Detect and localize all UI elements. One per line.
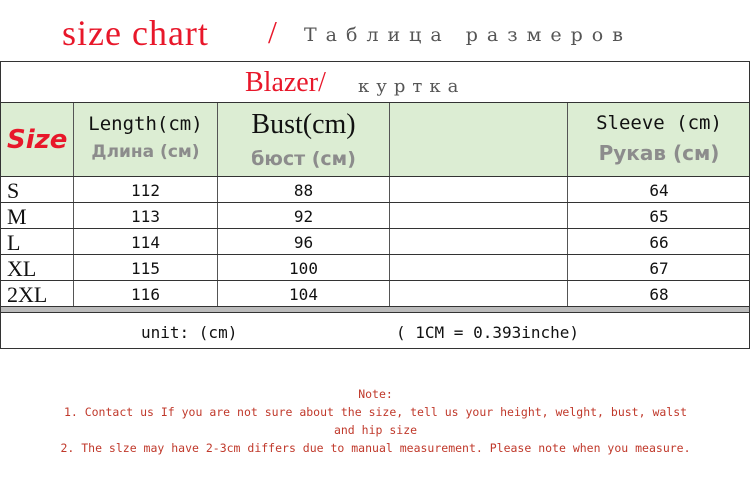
- table-row: S 112 88 64: [1, 177, 749, 203]
- sleeve-value: 65: [649, 207, 669, 226]
- page-header: size chart / Таблица размеров: [0, 0, 751, 60]
- bust-value: 88: [293, 181, 314, 200]
- length-cell: 115: [74, 255, 218, 280]
- note-line-2: 2. The slze may have 2-3cm differs due t…: [60, 441, 691, 455]
- sleeve-value: 68: [649, 285, 669, 304]
- length-cell: 116: [74, 281, 218, 306]
- size-value: S: [7, 178, 20, 203]
- sleeve-cell: 68: [568, 281, 750, 306]
- size-cell: M: [1, 203, 74, 229]
- size-value: XL: [7, 256, 37, 281]
- sleeve-cell: 66: [568, 229, 750, 254]
- header-size-cell: Size: [1, 103, 74, 176]
- notes-heading: Note:: [358, 387, 393, 401]
- sleeve-cell: 65: [568, 203, 750, 228]
- table-row: XL 115 100 67: [1, 255, 749, 281]
- table-header-row: Size Length(cm) Длина (см) Bust(cm) бюст…: [1, 103, 749, 177]
- bust-value: 104: [289, 285, 318, 304]
- sleeve-cell: 64: [568, 177, 750, 202]
- size-value: 2XL: [7, 282, 48, 307]
- empty-cell: [390, 177, 568, 202]
- sleeve-value: 67: [649, 259, 669, 278]
- notes-section: Note: 1. Contact us If you are not sure …: [0, 385, 751, 457]
- unit-row: unit: (cm) ( 1CM = 0.393inche): [1, 313, 749, 349]
- sleeve-cell: 67: [568, 255, 750, 280]
- length-value: 113: [131, 207, 160, 226]
- bust-value: 100: [289, 259, 318, 278]
- length-value: 114: [131, 233, 160, 252]
- header-sleeve-cell: Sleeve (cm) Рукав (см): [568, 103, 750, 176]
- header-empty-cell: [390, 103, 568, 176]
- length-cell: 112: [74, 177, 218, 202]
- size-cell: S: [1, 177, 74, 203]
- header-length-cell: Length(cm) Длина (см): [74, 103, 218, 176]
- bust-cell: 92: [218, 203, 390, 228]
- length-header: Length(cm): [88, 113, 203, 135]
- size-header: Size: [7, 125, 68, 155]
- product-name: Blazer/: [245, 67, 326, 98]
- bust-cell: 88: [218, 177, 390, 202]
- sleeve-header: Sleeve (cm): [596, 112, 722, 134]
- note-line-1-continued: and hip size: [333, 423, 418, 437]
- length-value: 112: [131, 181, 160, 200]
- length-cell: 114: [74, 229, 218, 254]
- length-value: 115: [131, 259, 160, 278]
- bust-cell: 100: [218, 255, 390, 280]
- bust-header: Bust(cm): [251, 109, 356, 140]
- empty-cell: [390, 255, 568, 280]
- page-title: size chart: [62, 13, 209, 53]
- unit-conversion: ( 1CM = 0.393inche): [396, 323, 580, 342]
- bust-value: 96: [293, 233, 314, 252]
- empty-cell: [390, 281, 568, 306]
- title-separator: /: [268, 14, 277, 50]
- size-cell: 2XL: [1, 281, 74, 307]
- note-line-1: 1. Contact us If you are not sure about …: [63, 405, 688, 419]
- bust-cell: 104: [218, 281, 390, 306]
- size-value: M: [7, 204, 27, 229]
- bust-cell: 96: [218, 229, 390, 254]
- length-header-russian: Длина (см): [91, 142, 200, 162]
- unit-label: unit: (cm): [141, 323, 238, 342]
- table-row: 2XL 116 104 68: [1, 281, 749, 307]
- size-cell: L: [1, 229, 74, 255]
- length-cell: 113: [74, 203, 218, 228]
- page-title-russian: Таблица размеров: [304, 24, 632, 46]
- header-bust-cell: Bust(cm) бюст (см): [218, 103, 390, 176]
- length-value: 116: [131, 285, 160, 304]
- sleeve-value: 66: [649, 233, 669, 252]
- empty-cell: [390, 229, 568, 254]
- size-table: Blazer/ куртка Size Length(cm) Длина (см…: [0, 61, 750, 349]
- sleeve-value: 64: [649, 181, 669, 200]
- table-row: L 114 96 66: [1, 229, 749, 255]
- sleeve-header-russian: Рукав (см): [598, 141, 720, 165]
- size-value: L: [7, 230, 21, 255]
- empty-cell: [390, 203, 568, 228]
- table-row: M 113 92 65: [1, 203, 749, 229]
- product-name-russian: куртка: [358, 76, 466, 97]
- bust-header-russian: бюст (см): [251, 148, 356, 170]
- size-cell: XL: [1, 255, 74, 281]
- bust-value: 92: [293, 207, 314, 226]
- product-row: Blazer/ куртка: [1, 62, 749, 103]
